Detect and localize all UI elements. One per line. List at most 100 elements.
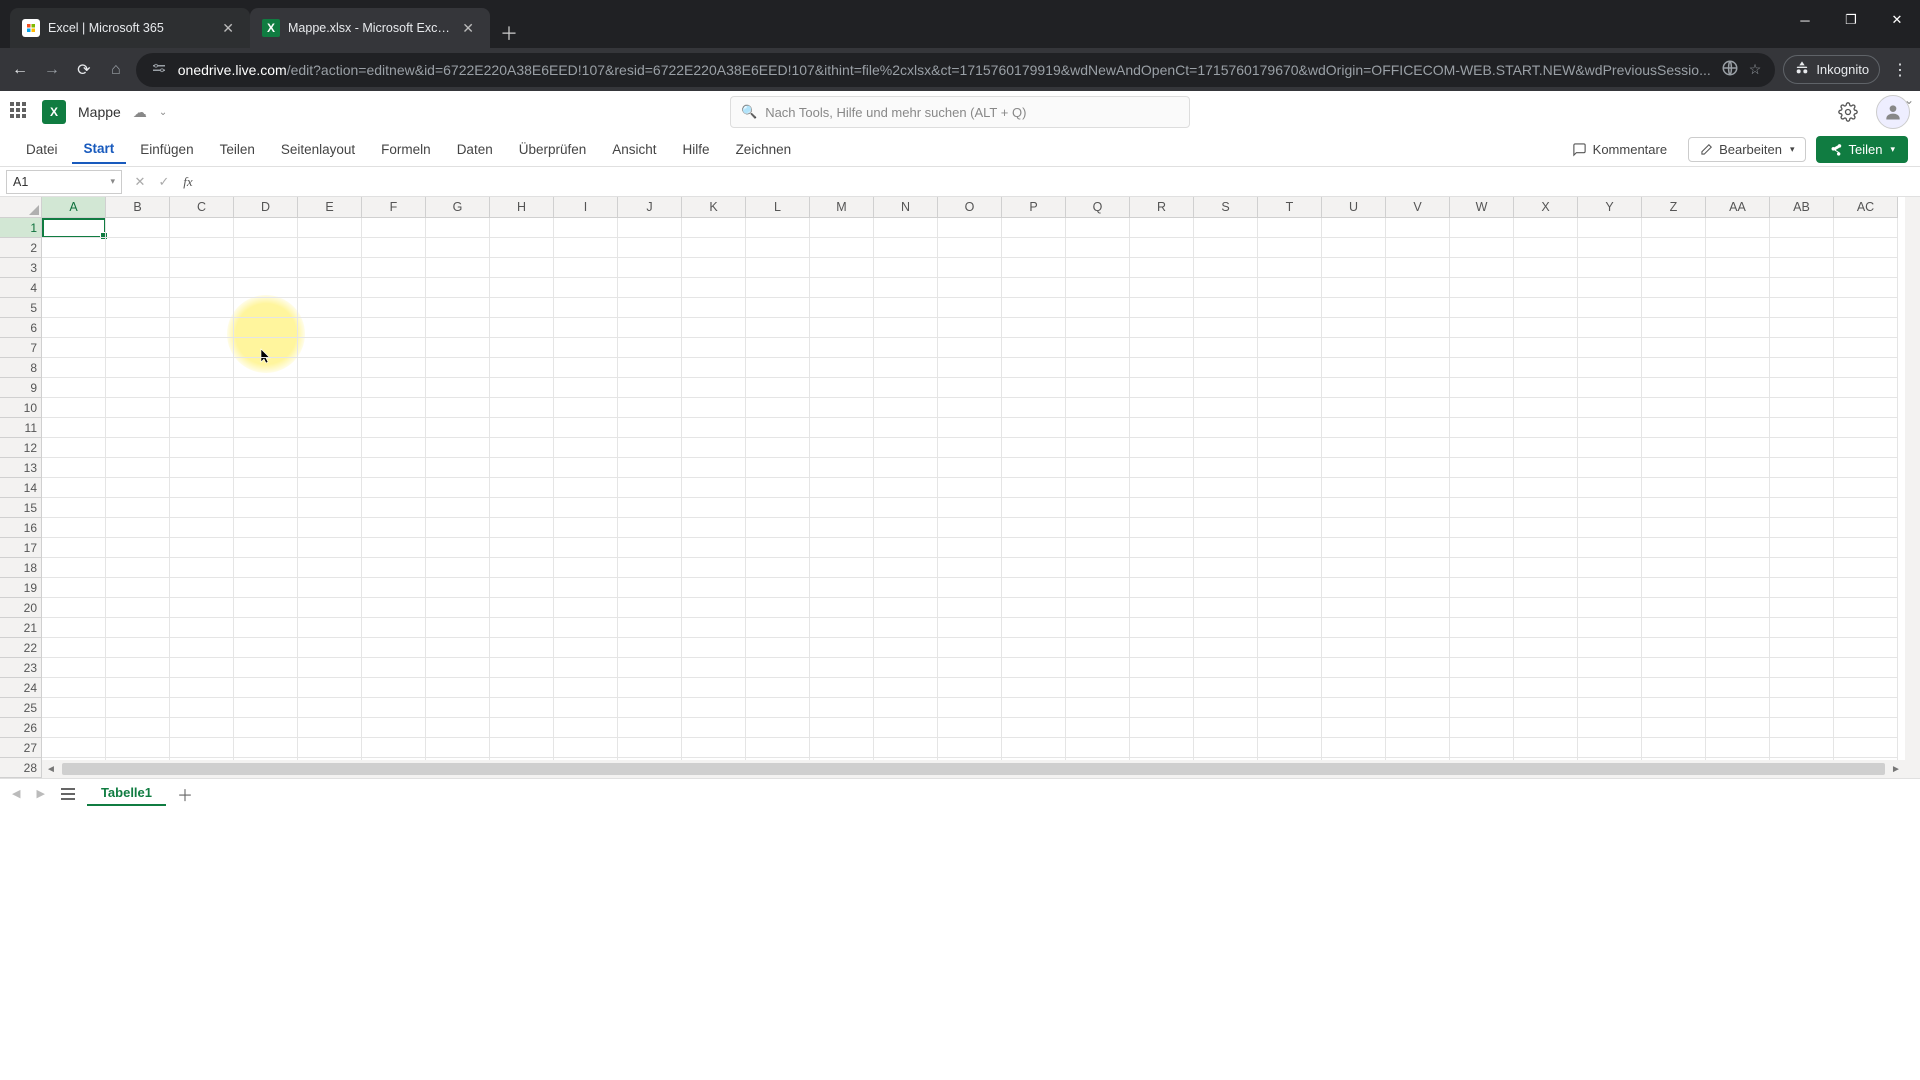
ribbon-tab-formeln[interactable]: Formeln [369,136,443,163]
ribbon-tab-zeichnen[interactable]: Zeichnen [724,136,804,163]
nav-reload-icon[interactable]: ⟳ [72,53,96,87]
name-box[interactable]: A1 ▾ [6,170,122,194]
fx-icon[interactable]: fx [178,174,198,190]
tab-close-icon[interactable]: ✕ [218,18,238,39]
horizontal-scrollbar[interactable]: ◄ ► [42,760,1905,778]
browser-tab-excel365[interactable]: Excel | Microsoft 365 ✕ [10,8,250,48]
row-header-19[interactable]: 19 [0,578,42,598]
translate-icon[interactable] [1721,59,1739,80]
row-header-27[interactable]: 27 [0,738,42,758]
row-header-13[interactable]: 13 [0,458,42,478]
column-header-i[interactable]: I [554,197,618,218]
incognito-indicator[interactable]: Inkognito [1783,55,1880,84]
ribbon-tab-teilen[interactable]: Teilen [208,136,267,163]
address-bar[interactable]: onedrive.live.com/edit?action=editnew&id… [136,53,1776,87]
column-header-ac[interactable]: AC [1834,197,1898,218]
chevron-down-icon[interactable]: ▾ [110,176,115,187]
ribbon-tab-daten[interactable]: Daten [445,136,505,163]
column-header-a[interactable]: A [42,197,106,218]
row-header-21[interactable]: 21 [0,618,42,638]
settings-gear-icon[interactable] [1832,96,1864,128]
column-header-v[interactable]: V [1386,197,1450,218]
row-header-24[interactable]: 24 [0,678,42,698]
row-header-5[interactable]: 5 [0,298,42,318]
sheet-nav-next-icon[interactable]: ▶ [32,785,48,802]
column-header-n[interactable]: N [874,197,938,218]
column-header-u[interactable]: U [1322,197,1386,218]
document-name[interactable]: Mappe [78,104,121,120]
row-header-12[interactable]: 12 [0,438,42,458]
window-close-icon[interactable]: ✕ [1874,0,1920,40]
app-launcher-icon[interactable] [10,102,30,122]
bookmark-star-icon[interactable]: ☆ [1749,61,1762,78]
confirm-formula-icon[interactable]: ✓ [154,174,174,190]
column-header-m[interactable]: M [810,197,874,218]
all-sheets-icon[interactable] [57,783,79,805]
expand-formula-bar-icon[interactable]: ⌄ [1904,93,1914,107]
column-header-g[interactable]: G [426,197,490,218]
doc-name-dropdown-icon[interactable]: ⌄ [159,107,167,118]
ribbon-tab-seitenlayout[interactable]: Seitenlayout [269,136,367,163]
row-header-28[interactable]: 28 [0,758,42,778]
ribbon-tab-einfuegen[interactable]: Einfügen [128,136,205,163]
nav-forward-icon[interactable]: → [40,53,64,87]
column-header-q[interactable]: Q [1066,197,1130,218]
column-header-aa[interactable]: AA [1706,197,1770,218]
nav-home-icon[interactable]: ⌂ [104,53,128,87]
column-header-y[interactable]: Y [1578,197,1642,218]
search-box[interactable]: 🔍 Nach Tools, Hilfe und mehr suchen (ALT… [730,96,1190,128]
row-header-23[interactable]: 23 [0,658,42,678]
column-header-c[interactable]: C [170,197,234,218]
vertical-scrollbar[interactable] [1905,197,1920,778]
sheet-tab-tabelle1[interactable]: Tabelle1 [87,781,166,806]
row-header-26[interactable]: 26 [0,718,42,738]
row-header-4[interactable]: 4 [0,278,42,298]
column-header-s[interactable]: S [1194,197,1258,218]
column-header-f[interactable]: F [362,197,426,218]
cells-area[interactable] [42,218,1905,758]
row-header-18[interactable]: 18 [0,558,42,578]
column-header-t[interactable]: T [1258,197,1322,218]
row-header-11[interactable]: 11 [0,418,42,438]
row-header-25[interactable]: 25 [0,698,42,718]
column-header-o[interactable]: O [938,197,1002,218]
column-header-p[interactable]: P [1002,197,1066,218]
row-header-9[interactable]: 9 [0,378,42,398]
column-header-w[interactable]: W [1450,197,1514,218]
scroll-left-icon[interactable]: ◄ [42,760,60,778]
ribbon-tab-hilfe[interactable]: Hilfe [671,136,722,163]
comments-button[interactable]: Kommentare [1561,137,1678,162]
cloud-sync-icon[interactable]: ☁ [133,104,147,121]
row-header-22[interactable]: 22 [0,638,42,658]
row-header-17[interactable]: 17 [0,538,42,558]
column-header-j[interactable]: J [618,197,682,218]
ribbon-tab-ansicht[interactable]: Ansicht [600,136,668,163]
ribbon-tab-datei[interactable]: Datei [14,136,70,163]
column-header-r[interactable]: R [1130,197,1194,218]
row-header-16[interactable]: 16 [0,518,42,538]
window-minimize-icon[interactable]: ─ [1782,0,1828,40]
share-button[interactable]: Teilen ▾ [1816,136,1909,163]
edit-mode-button[interactable]: Bearbeiten ▾ [1688,137,1805,162]
column-header-b[interactable]: B [106,197,170,218]
column-header-h[interactable]: H [490,197,554,218]
scroll-thumb[interactable] [62,763,1885,775]
column-header-l[interactable]: L [746,197,810,218]
row-header-3[interactable]: 3 [0,258,42,278]
row-header-6[interactable]: 6 [0,318,42,338]
select-all-corner[interactable] [0,197,42,218]
site-settings-icon[interactable] [150,59,168,80]
sheet-nav-prev-icon[interactable]: ◀ [8,785,24,802]
column-header-ab[interactable]: AB [1770,197,1834,218]
nav-back-icon[interactable]: ← [8,53,32,87]
column-header-k[interactable]: K [682,197,746,218]
window-maximize-icon[interactable]: ❐ [1828,0,1874,40]
row-header-10[interactable]: 10 [0,398,42,418]
ribbon-tab-ueberpruefen[interactable]: Überprüfen [507,136,599,163]
new-tab-button[interactable]: ＋ [490,18,528,48]
browser-menu-icon[interactable]: ⋮ [1888,53,1912,87]
cancel-formula-icon[interactable]: ✕ [130,174,150,190]
column-header-d[interactable]: D [234,197,298,218]
scroll-right-icon[interactable]: ► [1887,760,1905,778]
formula-input[interactable] [206,170,1920,194]
